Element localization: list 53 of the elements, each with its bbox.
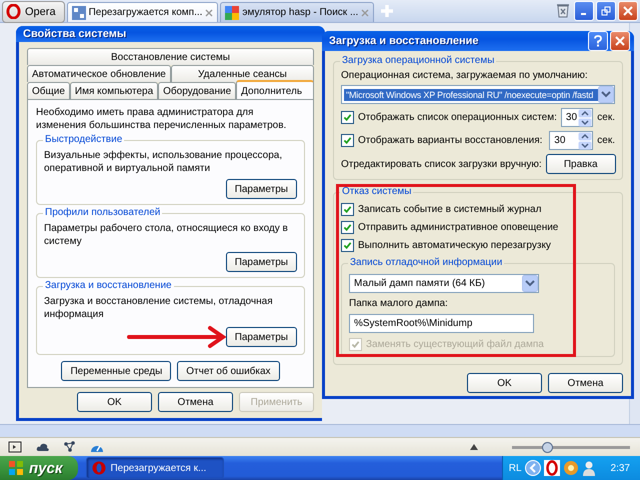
taskbar-button[interactable]: Перезагружается к... [86, 457, 224, 479]
settings-button[interactable]: Параметры [226, 179, 297, 199]
group-description: Загрузка и восстановление системы, отладочная информация [44, 295, 274, 321]
window-title: Загрузка и восстановление [329, 35, 480, 47]
dropdown-value: Малый дамп памяти (64 КБ) [353, 277, 486, 290]
seconds-spinner[interactable]: 30 [549, 131, 594, 150]
checkbox-label: Заменять существующий файл дампа [366, 339, 544, 350]
dump-type-dropdown[interactable]: Малый дамп памяти (64 КБ) [349, 274, 539, 293]
dialog-tab[interactable]: Оборудование [158, 82, 236, 99]
os-dropdown[interactable]: "Microsoft Windows XP Professional RU" /noexecute=optin /fastd [341, 85, 615, 104]
field-label: Папка малого дампа: [349, 298, 449, 309]
dialog-button[interactable]: Переменные среды [61, 361, 172, 381]
dialog-tab[interactable]: Имя компьютера [70, 82, 158, 99]
dialog-tab[interactable]: Дополнитель [236, 80, 314, 100]
group-title: Загрузка операционной системы [340, 55, 496, 66]
field-label: Операционная система, загружаемая по умолчанию: [341, 70, 589, 81]
group-title: Отказ системы [340, 186, 414, 197]
unit-label: сек. [597, 135, 615, 146]
dialog-button[interactable]: Отчет об ошибках [177, 361, 280, 381]
edit-button[interactable]: Правка [546, 154, 616, 174]
dropdown-value: "Microsoft Windows XP Professional RU" /noexecute=optin /fastd [344, 88, 598, 100]
group-title: Профили пользователей [43, 207, 162, 218]
browser-tab[interactable]: эмулятор hasp - Поиск ... [220, 2, 374, 22]
seconds-spinner[interactable]: 30 [560, 108, 594, 127]
checkbox-label: Записать событие в системный журнал [358, 204, 542, 215]
dialog-button[interactable]: OK [77, 392, 152, 412]
dialog-button[interactable]: OK [467, 373, 542, 393]
dialog-tab[interactable]: Восстановление системы [27, 48, 314, 65]
group-title: Запись отладочной информации [348, 257, 504, 268]
unit-label: сек. [597, 112, 615, 123]
group-title: Загрузка и восстановление [43, 280, 174, 291]
dialog-button[interactable]: Отмена [158, 392, 233, 412]
settings-button[interactable]: Параметры [226, 252, 297, 272]
clock: 2:37 [610, 462, 630, 474]
checkbox-label: Отображать список операционных систем: [358, 112, 557, 123]
checkbox-label: Отправить административное оповещение [358, 222, 558, 233]
browser-tab[interactable]: Перезагружается комп... [66, 2, 218, 22]
checkbox-label: Отображать варианты восстановления: [358, 135, 542, 146]
dialog-tab[interactable]: Автоматическое обновление [27, 65, 171, 82]
window-title: Свойства системы [23, 28, 128, 40]
folder-input[interactable]: %SystemRoot%\Minidump [349, 314, 534, 333]
group-description: Параметры рабочего стола, относящиеся ко входу в систему [44, 222, 289, 248]
dialog-tab[interactable]: Удаленные сеансы [170, 65, 314, 82]
dialog-tab[interactable]: Общие [27, 82, 70, 99]
opera-menu-button[interactable]: Opera [2, 1, 65, 23]
notice-text: Необходимо иметь права администратора для изменения большинства перечисленных параметров. [36, 106, 288, 132]
group-description: Визуальные эффекты, использование процессора, оперативной и виртуальной памяти [44, 149, 284, 175]
checkbox-label: Выполнить автоматическую перезагрузку [358, 240, 551, 251]
start-button[interactable]: пуск [0, 456, 78, 480]
dialog-button[interactable]: Отмена [548, 373, 623, 393]
group-title: Быстродействие [43, 134, 124, 145]
field-label: Отредактировать список загрузки вручную: [341, 158, 542, 170]
settings-button[interactable]: Параметры [226, 327, 297, 347]
